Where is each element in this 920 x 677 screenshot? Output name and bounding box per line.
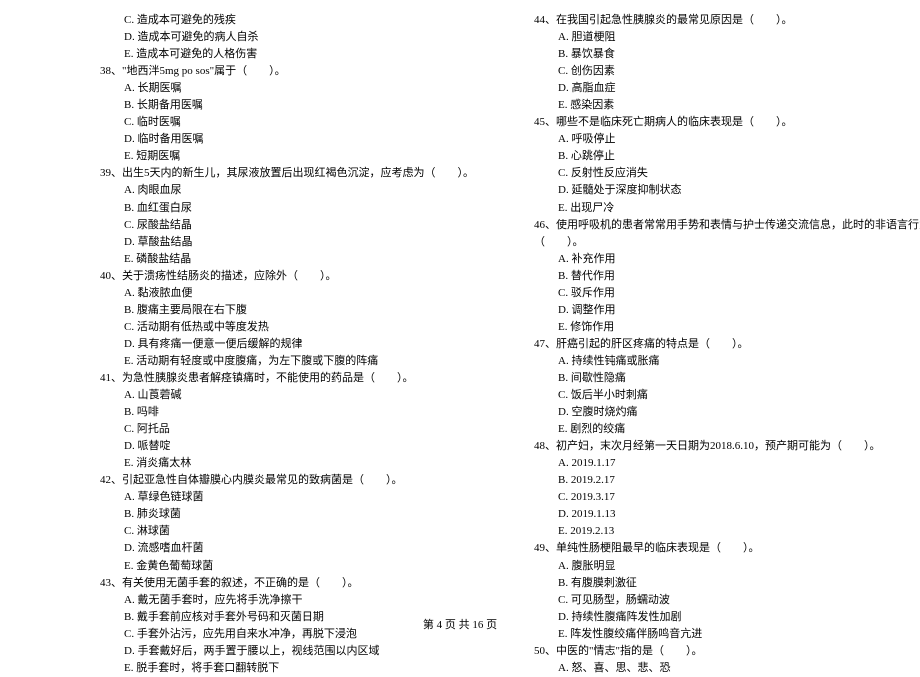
option: E. 脱手套时，将手套口翻转脱下: [90, 660, 474, 677]
option: C. 创伤因素: [524, 63, 920, 80]
option: B. 心跳停止: [524, 148, 920, 165]
option: B. 间歇性隐痛: [524, 370, 920, 387]
option: D. 高脂血症: [524, 80, 920, 97]
option: C. 造成本可避免的残疾: [90, 12, 474, 29]
option: C. 驳斥作用: [524, 285, 920, 302]
option: B. 肺炎球菌: [90, 506, 474, 523]
option: E. 2019.2.13: [524, 523, 920, 540]
option: A. 黏液脓血便: [90, 285, 474, 302]
option: C. 饭后半小时刺痛: [524, 387, 920, 404]
option: D. 延髓处于深度抑制状态: [524, 182, 920, 199]
option: E. 剧烈的绞痛: [524, 421, 920, 438]
option: A. 山莨菪碱: [90, 387, 474, 404]
option: D. 临时备用医嘱: [90, 131, 474, 148]
question-stem-47: 47、肝癌引起的肝区疼痛的特点是（ ）。: [524, 336, 920, 353]
question-stem-45: 45、哪些不是临床死亡期病人的临床表现是（ ）。: [524, 114, 920, 131]
option: B. 2019.2.17: [524, 472, 920, 489]
option: A. 草绿色链球菌: [90, 489, 474, 506]
option: E. 磷酸盐结晶: [90, 251, 474, 268]
option: B. 替代作用: [524, 268, 920, 285]
option: C. 反射性反应消失: [524, 165, 920, 182]
option: E. 活动期有轻度或中度腹痛，为左下腹或下腹的阵痛: [90, 353, 474, 370]
question-stem-48: 48、初产妇，末次月经第一天日期为2018.6.10，预产期可能为（ ）。: [524, 438, 920, 455]
option: A. 长期医嘱: [90, 80, 474, 97]
option: E. 短期医嘱: [90, 148, 474, 165]
option: A. 2019.1.17: [524, 455, 920, 472]
option: A. 戴无菌手套时，应先将手洗净擦干: [90, 592, 474, 609]
option: D. 手套戴好后，两手置于腰以上，视线范围以内区域: [90, 643, 474, 660]
option: D. 哌替啶: [90, 438, 474, 455]
option: B. 长期备用医嘱: [90, 97, 474, 114]
option: A. 补充作用: [524, 251, 920, 268]
option: E. 感染因素: [524, 97, 920, 114]
option: B. 吗啡: [90, 404, 474, 421]
option: C. 尿酸盐结晶: [90, 217, 474, 234]
question-stem-44: 44、在我国引起急性胰腺炎的最常见原因是（ ）。: [524, 12, 920, 29]
option: A. 腹胀明显: [524, 558, 920, 575]
option: C. 淋球菌: [90, 523, 474, 540]
question-stem-43: 43、有关使用无菌手套的叙述，不正确的是（ ）。: [90, 575, 474, 592]
question-stem-49: 49、单纯性肠梗阻最早的临床表现是（ ）。: [524, 540, 920, 557]
option: E. 修饰作用: [524, 319, 920, 336]
right-column: 44、在我国引起急性胰腺炎的最常见原因是（ ）。 A. 胆道梗阻 B. 暴饮暴食…: [524, 12, 920, 677]
option: E. 消炎痛太林: [90, 455, 474, 472]
option: D. 调整作用: [524, 302, 920, 319]
left-column: C. 造成本可避免的残疾 D. 造成本可避免的病人自杀 E. 造成本可避免的人格…: [90, 12, 474, 677]
option: C. 临时医嘱: [90, 114, 474, 131]
option: B. 暴饮暴食: [524, 46, 920, 63]
question-stem-38: 38、"地西泮5mg po sos"属于（ ）。: [90, 63, 474, 80]
option: C. 活动期有低热或中等度发热: [90, 319, 474, 336]
question-stem-46-cont: （ ）。: [524, 234, 920, 251]
option: B. 血红蛋白尿: [90, 200, 474, 217]
option: B. 有腹膜刺激征: [524, 575, 920, 592]
option: A. 持续性钝痛或胀痛: [524, 353, 920, 370]
option: B. 腹痛主要局限在右下腹: [90, 302, 474, 319]
option: D. 空腹时烧灼痛: [524, 404, 920, 421]
option: A. 呼吸停止: [524, 131, 920, 148]
option: A. 怒、喜、思、悲、恐: [524, 660, 920, 677]
option: D. 具有疼痛一便意一便后缓解的规律: [90, 336, 474, 353]
option: C. 阿托品: [90, 421, 474, 438]
option: D. 造成本可避免的病人自杀: [90, 29, 474, 46]
question-stem-40: 40、关于溃疡性结肠炎的描述，应除外（ ）。: [90, 268, 474, 285]
option: A. 胆道梗阻: [524, 29, 920, 46]
option: D. 流感嗜血杆菌: [90, 540, 474, 557]
option: C. 2019.3.17: [524, 489, 920, 506]
question-stem-41: 41、为急性胰腺炎患者解痉镇痛时，不能使用的药品是（ ）。: [90, 370, 474, 387]
question-stem-50: 50、中医的"情志"指的是（ ）。: [524, 643, 920, 660]
question-stem-42: 42、引起亚急性自体瓣膜心内膜炎最常见的致病菌是（ ）。: [90, 472, 474, 489]
option: A. 肉眼血尿: [90, 182, 474, 199]
page-footer: 第 4 页 共 16 页: [0, 616, 920, 632]
option: E. 金黄色葡萄球菌: [90, 558, 474, 575]
option: E. 造成本可避免的人格伤害: [90, 46, 474, 63]
question-stem-46: 46、使用呼吸机的患者常常用手势和表情与护士传递交流信息，此时的非语言行为对语言…: [524, 217, 920, 234]
question-stem-39: 39、出生5天内的新生儿，其尿液放置后出现红褐色沉淀，应考虑为（ ）。: [90, 165, 474, 182]
option: C. 可见肠型，肠蠕动波: [524, 592, 920, 609]
option: E. 出现尸冷: [524, 200, 920, 217]
option: D. 草酸盐结晶: [90, 234, 474, 251]
option: D. 2019.1.13: [524, 506, 920, 523]
